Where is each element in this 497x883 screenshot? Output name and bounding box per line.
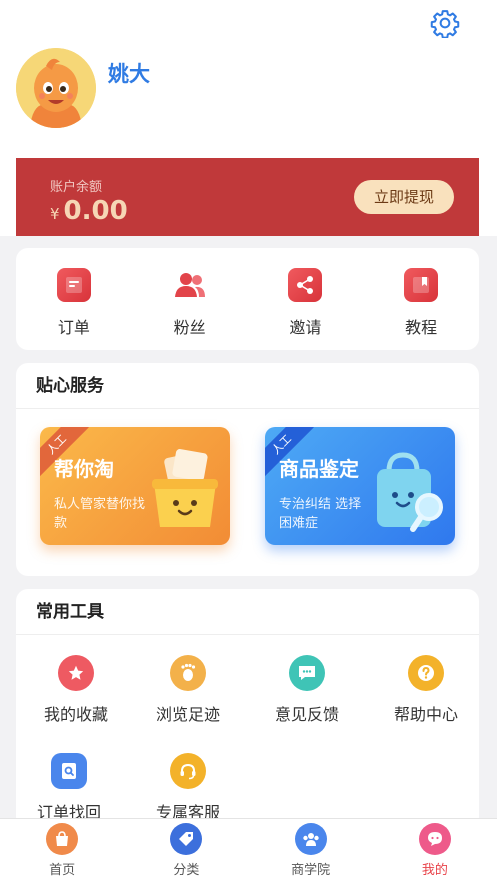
balance-label: 账户余额: [50, 180, 103, 195]
tool-order-recovery[interactable]: 订单找回: [9, 753, 129, 823]
quick-action-label: 教程: [405, 318, 438, 337]
currency-symbol: ¥: [50, 205, 60, 223]
question-icon: [408, 655, 444, 691]
user-name: 姚大: [108, 62, 150, 86]
balance-amount: ¥0.00: [50, 196, 128, 226]
tool-customer-service[interactable]: 专属客服: [128, 753, 248, 823]
quick-action-label: 粉丝: [173, 318, 206, 337]
bag-magnifier-icon: [377, 452, 443, 532]
tag-icon: [170, 823, 203, 855]
quick-action-label: 订单: [57, 318, 90, 337]
services-title: 贴心服务: [16, 363, 479, 409]
service-card-shopping-assistant[interactable]: 人工 帮你淘 私人管家替你找款: [40, 427, 230, 545]
tab-label: 商学院: [291, 863, 331, 878]
tab-label: 首页: [49, 863, 76, 878]
bottom-tab-bar: 首页 分类 商学院 我的: [0, 818, 497, 883]
people-icon: [294, 823, 327, 855]
tool-label: 帮助中心: [393, 705, 458, 724]
service-subtitle: 专治纠结 选择困难症: [279, 497, 362, 531]
service-subtitle: 私人管家替你找款: [54, 497, 146, 531]
order-search-icon: [51, 753, 87, 789]
tab-label: 我的: [421, 863, 448, 878]
home-bag-icon: [46, 823, 79, 855]
profile-header: 姚大 账户余额 ¥0.00 立即提现: [0, 0, 497, 236]
share-icon: [288, 268, 323, 302]
quick-action-label: 邀请: [289, 318, 322, 337]
quick-actions: 订单 粉丝 邀请 教程: [16, 248, 479, 350]
tab-label: 分类: [173, 863, 200, 878]
fans-icon: [173, 268, 207, 302]
star-icon: [58, 655, 94, 691]
tool-label: 我的收藏: [43, 705, 108, 724]
withdraw-button[interactable]: 立即提现: [354, 180, 454, 214]
tab-academy[interactable]: 商学院: [249, 819, 373, 883]
chat-icon: [289, 655, 325, 691]
tool-feedback[interactable]: 意见反馈: [247, 655, 367, 725]
tab-category[interactable]: 分类: [124, 819, 248, 883]
service-card-product-appraisal[interactable]: 人工 商品鉴定 专治纠结 选择困难症: [265, 427, 455, 545]
balance-value: 0.00: [63, 196, 128, 226]
tab-home[interactable]: 首页: [0, 819, 124, 883]
balance-panel: 账户余额 ¥0.00 立即提现: [16, 158, 479, 236]
quick-action-orders[interactable]: 订单: [16, 248, 132, 350]
profile-chat-icon: [418, 823, 451, 855]
service-title: 帮你淘: [54, 457, 114, 481]
quick-action-invite[interactable]: 邀请: [248, 248, 364, 350]
tools-section: 常用工具 我的收藏 浏览足迹 意见反馈 帮助中心 订单找回 专属客服: [16, 589, 479, 829]
settings-gear-icon[interactable]: [430, 8, 460, 38]
tool-label: 浏览足迹: [155, 705, 220, 724]
book-icon: [404, 268, 439, 302]
headset-icon: [170, 753, 206, 789]
tab-mine[interactable]: 我的: [373, 819, 497, 883]
order-icon: [56, 268, 91, 302]
quick-action-tutorial[interactable]: 教程: [363, 248, 479, 350]
services-section: 贴心服务 人工 帮你淘 私人管家替你找款 人工 商品鉴定 专治纠结 选择困难症: [16, 363, 479, 576]
tool-history[interactable]: 浏览足迹: [128, 655, 248, 725]
tool-label: 意见反馈: [274, 705, 339, 724]
shopping-basket-icon: [152, 449, 218, 527]
tools-title: 常用工具: [16, 589, 479, 635]
service-title: 商品鉴定: [279, 457, 359, 481]
tool-help-center[interactable]: 帮助中心: [366, 655, 486, 725]
footprint-icon: [170, 655, 206, 691]
quick-action-fans[interactable]: 粉丝: [132, 248, 248, 350]
tool-favorites[interactable]: 我的收藏: [16, 655, 136, 725]
cartoon-avatar-icon: [16, 48, 96, 128]
avatar[interactable]: [16, 48, 96, 128]
